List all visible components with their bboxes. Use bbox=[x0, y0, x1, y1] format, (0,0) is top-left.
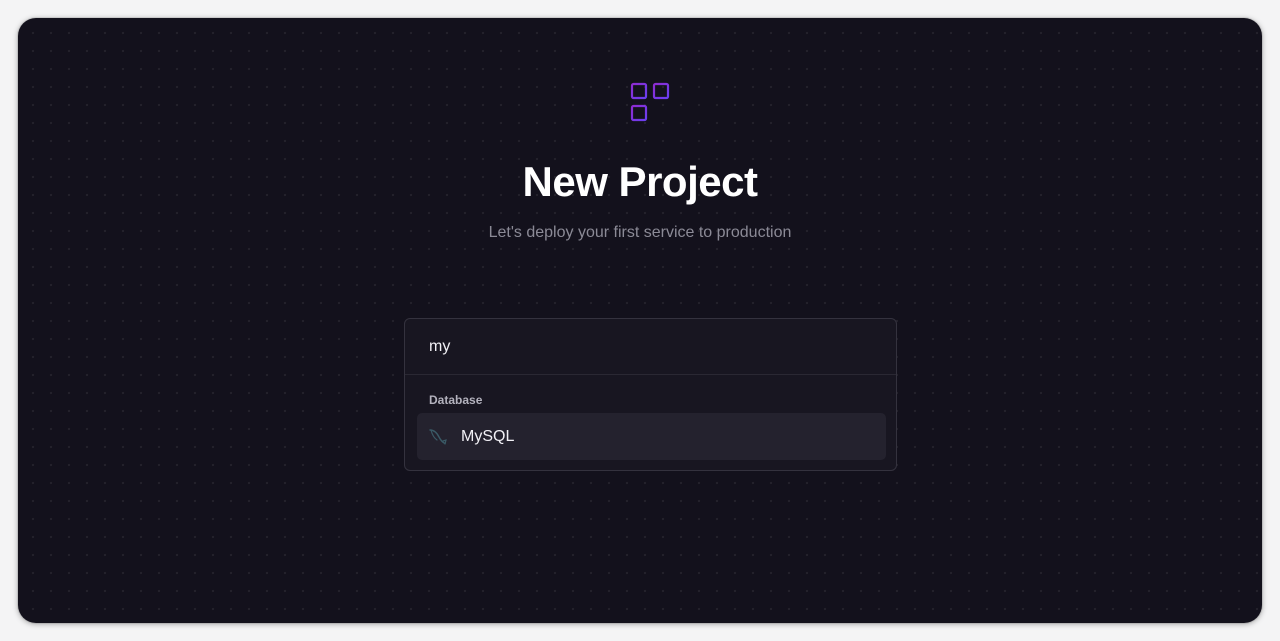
result-item-label: MySQL bbox=[461, 427, 515, 445]
page-subtitle: Let's deploy your first service to produ… bbox=[488, 224, 792, 241]
new-project-icon bbox=[630, 82, 670, 122]
command-palette: Database MySQL bbox=[404, 318, 897, 471]
page-title: New Project bbox=[522, 158, 758, 205]
mysql-dolphin-icon bbox=[427, 426, 449, 448]
search-input[interactable] bbox=[405, 319, 896, 375]
group-label-database: Database bbox=[429, 393, 483, 407]
new-project-window: New Project Let's deploy your first serv… bbox=[18, 18, 1262, 623]
result-item-mysql[interactable]: MySQL bbox=[417, 413, 886, 460]
